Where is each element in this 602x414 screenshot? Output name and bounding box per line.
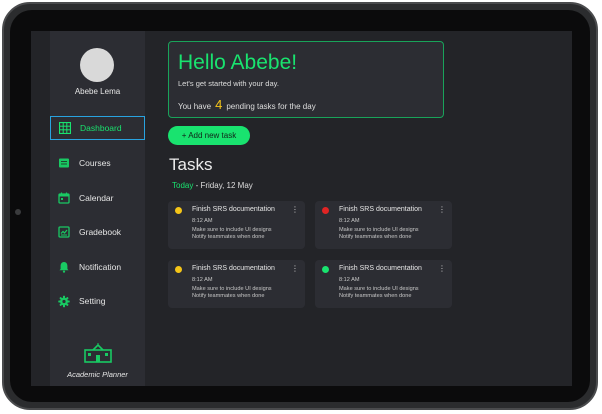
- pending-suffix: pending tasks for the day: [226, 102, 316, 111]
- more-menu-icon[interactable]: ⋮: [291, 205, 299, 214]
- tasks-date: Today - Friday, 12 May: [172, 181, 253, 190]
- status-dot: [322, 207, 329, 214]
- app-screen: Abebe Lema Dashboard Courses Calendar Gr…: [31, 31, 572, 386]
- camera-dot: [15, 209, 21, 215]
- status-dot: [175, 207, 182, 214]
- task-note: Notify teammates when done: [192, 293, 265, 299]
- sidebar-item-label: Calendar: [79, 193, 114, 203]
- sidebar-item-setting[interactable]: Setting: [50, 289, 145, 313]
- sidebar: Abebe Lema Dashboard Courses Calendar Gr…: [50, 31, 145, 386]
- more-menu-icon[interactable]: ⋮: [438, 205, 446, 214]
- status-dot: [322, 266, 329, 273]
- sidebar-item-calendar[interactable]: Calendar: [50, 186, 145, 210]
- book-icon: [58, 157, 70, 169]
- sidebar-item-courses[interactable]: Courses: [50, 151, 145, 175]
- task-time: 8:12 AM: [339, 218, 360, 224]
- user-name: Abebe Lema: [74, 87, 121, 96]
- sidebar-item-gradebook[interactable]: Gradebook: [50, 220, 145, 244]
- welcome-card: Hello Abebe! Let's get started with your…: [168, 41, 444, 118]
- task-note: Make sure to include UI designs: [339, 227, 419, 233]
- more-menu-icon[interactable]: ⋮: [291, 264, 299, 273]
- app-logo: Academic Planner: [50, 343, 145, 379]
- avatar[interactable]: [80, 48, 114, 82]
- bell-icon: [58, 261, 70, 273]
- today-label: Today: [172, 181, 194, 190]
- task-card[interactable]: Finish SRS documentation ⋮ 8:12 AM Make …: [315, 201, 452, 249]
- school-icon: [83, 343, 113, 367]
- greeting-title: Hello Abebe!: [178, 51, 298, 74]
- sidebar-item-label: Setting: [79, 296, 106, 306]
- sidebar-item-label: Gradebook: [79, 227, 122, 237]
- task-time: 8:12 AM: [339, 277, 360, 283]
- sidebar-item-label: Courses: [79, 158, 111, 168]
- tasks-heading: Tasks: [169, 155, 213, 174]
- task-note: Make sure to include UI designs: [192, 227, 272, 233]
- pending-count: 4: [215, 97, 223, 112]
- sidebar-item-dashboard[interactable]: Dashboard: [50, 116, 145, 140]
- gradebook-icon: [58, 226, 70, 238]
- more-menu-icon[interactable]: ⋮: [438, 264, 446, 273]
- task-title: Finish SRS documentation: [192, 265, 275, 272]
- task-note: Notify teammates when done: [192, 234, 265, 240]
- task-note: Notify teammates when done: [339, 293, 412, 299]
- task-time: 8:12 AM: [192, 277, 213, 283]
- task-card[interactable]: Finish SRS documentation ⋮ 8:12 AM Make …: [168, 260, 305, 308]
- gear-icon: [58, 295, 70, 307]
- task-note: Make sure to include UI designs: [192, 286, 272, 292]
- task-note: Make sure to include UI designs: [339, 286, 419, 292]
- calendar-icon: [58, 192, 70, 204]
- date-text: - Friday, 12 May: [195, 181, 253, 190]
- task-title: Finish SRS documentation: [339, 265, 422, 272]
- pending-summary: You have 4 pending tasks for the day: [178, 97, 316, 112]
- sidebar-item-notification[interactable]: Notification: [50, 255, 145, 279]
- task-title: Finish SRS documentation: [192, 206, 275, 213]
- task-card[interactable]: Finish SRS documentation ⋮ 8:12 AM Make …: [168, 201, 305, 249]
- pending-prefix: You have: [178, 102, 212, 111]
- add-task-button[interactable]: + Add new task: [168, 126, 250, 145]
- sidebar-item-label: Notification: [79, 262, 122, 272]
- sidebar-item-label: Dashboard: [80, 123, 122, 133]
- task-time: 8:12 AM: [192, 218, 213, 224]
- task-title: Finish SRS documentation: [339, 206, 422, 213]
- grid-icon: [59, 122, 71, 134]
- task-card[interactable]: Finish SRS documentation ⋮ 8:12 AM Make …: [315, 260, 452, 308]
- task-note: Notify teammates when done: [339, 234, 412, 240]
- status-dot: [175, 266, 182, 273]
- logo-text: Academic Planner: [67, 370, 128, 379]
- greeting-subtitle: Let's get started with your day.: [178, 79, 279, 88]
